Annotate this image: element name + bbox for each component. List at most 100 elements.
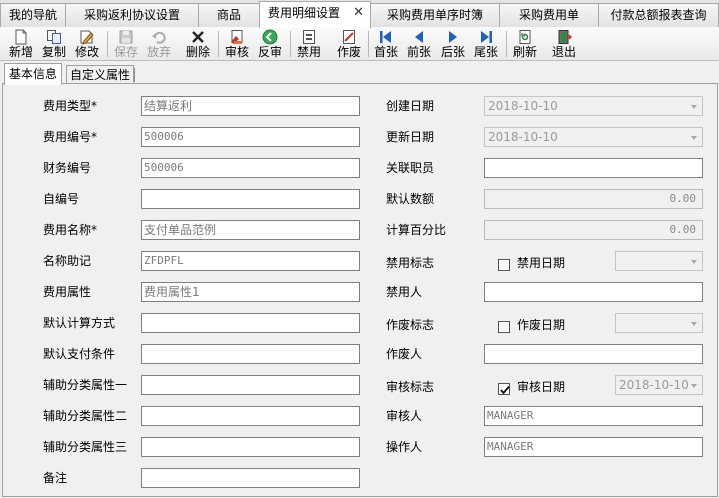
void-flag-checkbox[interactable] [498, 321, 510, 333]
first-icon [380, 31, 391, 43]
disabled-by-field[interactable] [484, 282, 703, 302]
aux-attr2-field[interactable] [141, 406, 360, 426]
default-amount-field[interactable]: 0.00 [484, 189, 703, 209]
undo-icon [152, 31, 166, 44]
next-button[interactable]: 后张 [437, 27, 469, 61]
exit-button[interactable]: 退出 [548, 27, 580, 61]
operator-label: 操作人 [386, 440, 423, 454]
unaudit-button[interactable]: 反审 [254, 27, 286, 61]
aux-attr2-label: 辅助分类属性二 [43, 409, 128, 423]
aux-attr1-field[interactable] [141, 375, 360, 395]
last-button[interactable]: 尾张 [470, 27, 502, 61]
tab-divider [134, 68, 135, 82]
remark-label: 备注 [43, 471, 68, 485]
section-tab-bar: 基本信息 自定义属性 [0, 62, 719, 85]
last-label: 尾张 [473, 45, 498, 59]
fee-code-field[interactable]: 500006 [141, 127, 360, 147]
default-calc-label: 默认计算方式 [43, 316, 116, 330]
toolbar: 新增 复制 修改 保存 放弃 删除 审核 反审 禁用 作废 首张 前张 后张 尾… [0, 27, 719, 61]
toolbar-separator [107, 31, 108, 57]
first-label: 首张 [373, 45, 398, 59]
related-staff-field[interactable] [484, 158, 703, 178]
disable-icon [303, 30, 315, 44]
tab-goods[interactable]: 商品 [198, 3, 260, 27]
tab-basic-info[interactable]: 基本信息 [4, 63, 63, 85]
audit-label: 审核 [224, 45, 249, 59]
fee-code-label: 费用编号* [43, 130, 98, 144]
chevron-down-icon [691, 136, 697, 140]
first-button[interactable]: 首张 [370, 27, 402, 61]
tab-label: 采购费用单序时簿 [386, 8, 483, 22]
audit-flag-checkbox[interactable] [498, 383, 510, 395]
refresh-icon [519, 30, 531, 44]
fee-name-field[interactable]: 支付单品范例 [141, 220, 360, 240]
delete-button[interactable]: 删除 [182, 27, 214, 61]
update-date-field[interactable]: 2018-10-10 [484, 127, 703, 147]
void-date-field[interactable] [615, 313, 703, 333]
void-flag-label: 作废标志 [386, 318, 435, 332]
next-label: 后张 [440, 45, 465, 59]
voided-by-field[interactable] [484, 344, 703, 364]
create-date-value: 2018-10-10 [488, 99, 558, 113]
fee-attr-label: 费用属性 [43, 285, 92, 299]
prev-label: 前张 [406, 45, 431, 59]
default-amount-label: 默认数额 [386, 192, 435, 206]
refresh-button[interactable]: 刷新 [509, 27, 541, 61]
tab-purchase-fee-journal[interactable]: 采购费用单序时簿 [370, 3, 500, 27]
self-code-field[interactable] [141, 189, 360, 209]
tab-fee-detail-settings[interactable]: 费用明细设置 ✕ [259, 1, 371, 28]
toolbar-separator [218, 31, 219, 57]
new-button[interactable]: 新增 [5, 27, 37, 61]
aux-attr1-label: 辅助分类属性一 [43, 378, 128, 392]
operator-field[interactable]: MANAGER [484, 437, 703, 457]
disable-button[interactable]: 禁用 [293, 27, 325, 61]
tab-payment-total-report[interactable]: 付款总额报表查询 [598, 3, 719, 27]
finance-code-field[interactable]: 500006 [141, 158, 360, 178]
refresh-label: 刷新 [512, 45, 537, 59]
fee-attr-field[interactable]: 费用属性1 [141, 282, 360, 302]
close-icon[interactable]: ✕ [353, 2, 364, 24]
tab-label: 付款总额报表查询 [610, 8, 707, 22]
void-button[interactable]: 作废 [333, 27, 365, 61]
create-date-field[interactable]: 2018-10-10 [484, 96, 703, 116]
aux-attr3-field[interactable] [141, 437, 360, 457]
checkmark-icon [500, 385, 510, 395]
tab-custom-attributes[interactable]: 自定义属性 [66, 65, 135, 85]
tab-purchase-fee-bill[interactable]: 采购费用单 [499, 3, 599, 27]
default-calc-field[interactable] [141, 313, 360, 333]
remark-field[interactable] [141, 468, 360, 488]
disable-label: 禁用 [296, 45, 321, 59]
prev-button[interactable]: 前张 [403, 27, 435, 61]
default-pay-field[interactable] [141, 344, 360, 364]
discard-button[interactable]: 放弃 [143, 27, 175, 61]
create-date-label: 创建日期 [386, 99, 435, 113]
audit-date-value: 2018-10-10 [619, 378, 689, 392]
void-date-label: 作废日期 [517, 318, 566, 332]
edit-button[interactable]: 修改 [71, 27, 103, 61]
audit-flag-label: 审核标志 [386, 380, 435, 394]
tab-label: 商品 [216, 8, 241, 22]
tab-label: 费用明细设置 [268, 6, 341, 20]
auditor-field[interactable]: MANAGER [484, 406, 703, 426]
audit-date-field[interactable]: 2018-10-10 [615, 375, 703, 395]
fee-type-field[interactable]: 结算返利 [141, 96, 360, 116]
disable-date-field[interactable] [615, 251, 703, 271]
calc-percent-field[interactable]: 0.00 [484, 220, 703, 240]
finance-code-label: 财务编号 [43, 161, 92, 175]
tab-my-navigation[interactable]: 我的导航 [0, 3, 66, 27]
audit-button[interactable]: 审核 [221, 27, 253, 61]
disable-flag-checkbox[interactable] [498, 259, 510, 271]
disable-flag-label: 禁用标志 [386, 256, 435, 270]
copy-button[interactable]: 复制 [38, 27, 70, 61]
void-label: 作废 [336, 45, 361, 59]
new-label: 新增 [8, 45, 33, 59]
tab-purchase-rebate-agreement[interactable]: 采购返利协议设置 [65, 3, 199, 27]
void-icon [343, 30, 355, 44]
document-tab-bar: 我的导航 采购返利协议设置 商品 费用明细设置 ✕ 采购费用单序时簿 采购费用单… [0, 0, 719, 28]
save-label: 保存 [113, 45, 138, 59]
discard-label: 放弃 [146, 45, 171, 59]
save-button[interactable]: 保存 [111, 27, 141, 61]
related-staff-label: 关联职员 [386, 161, 435, 175]
tab-label: 采购返利协议设置 [83, 8, 180, 22]
name-mnemonic-field[interactable]: ZFDPFL [141, 251, 360, 271]
